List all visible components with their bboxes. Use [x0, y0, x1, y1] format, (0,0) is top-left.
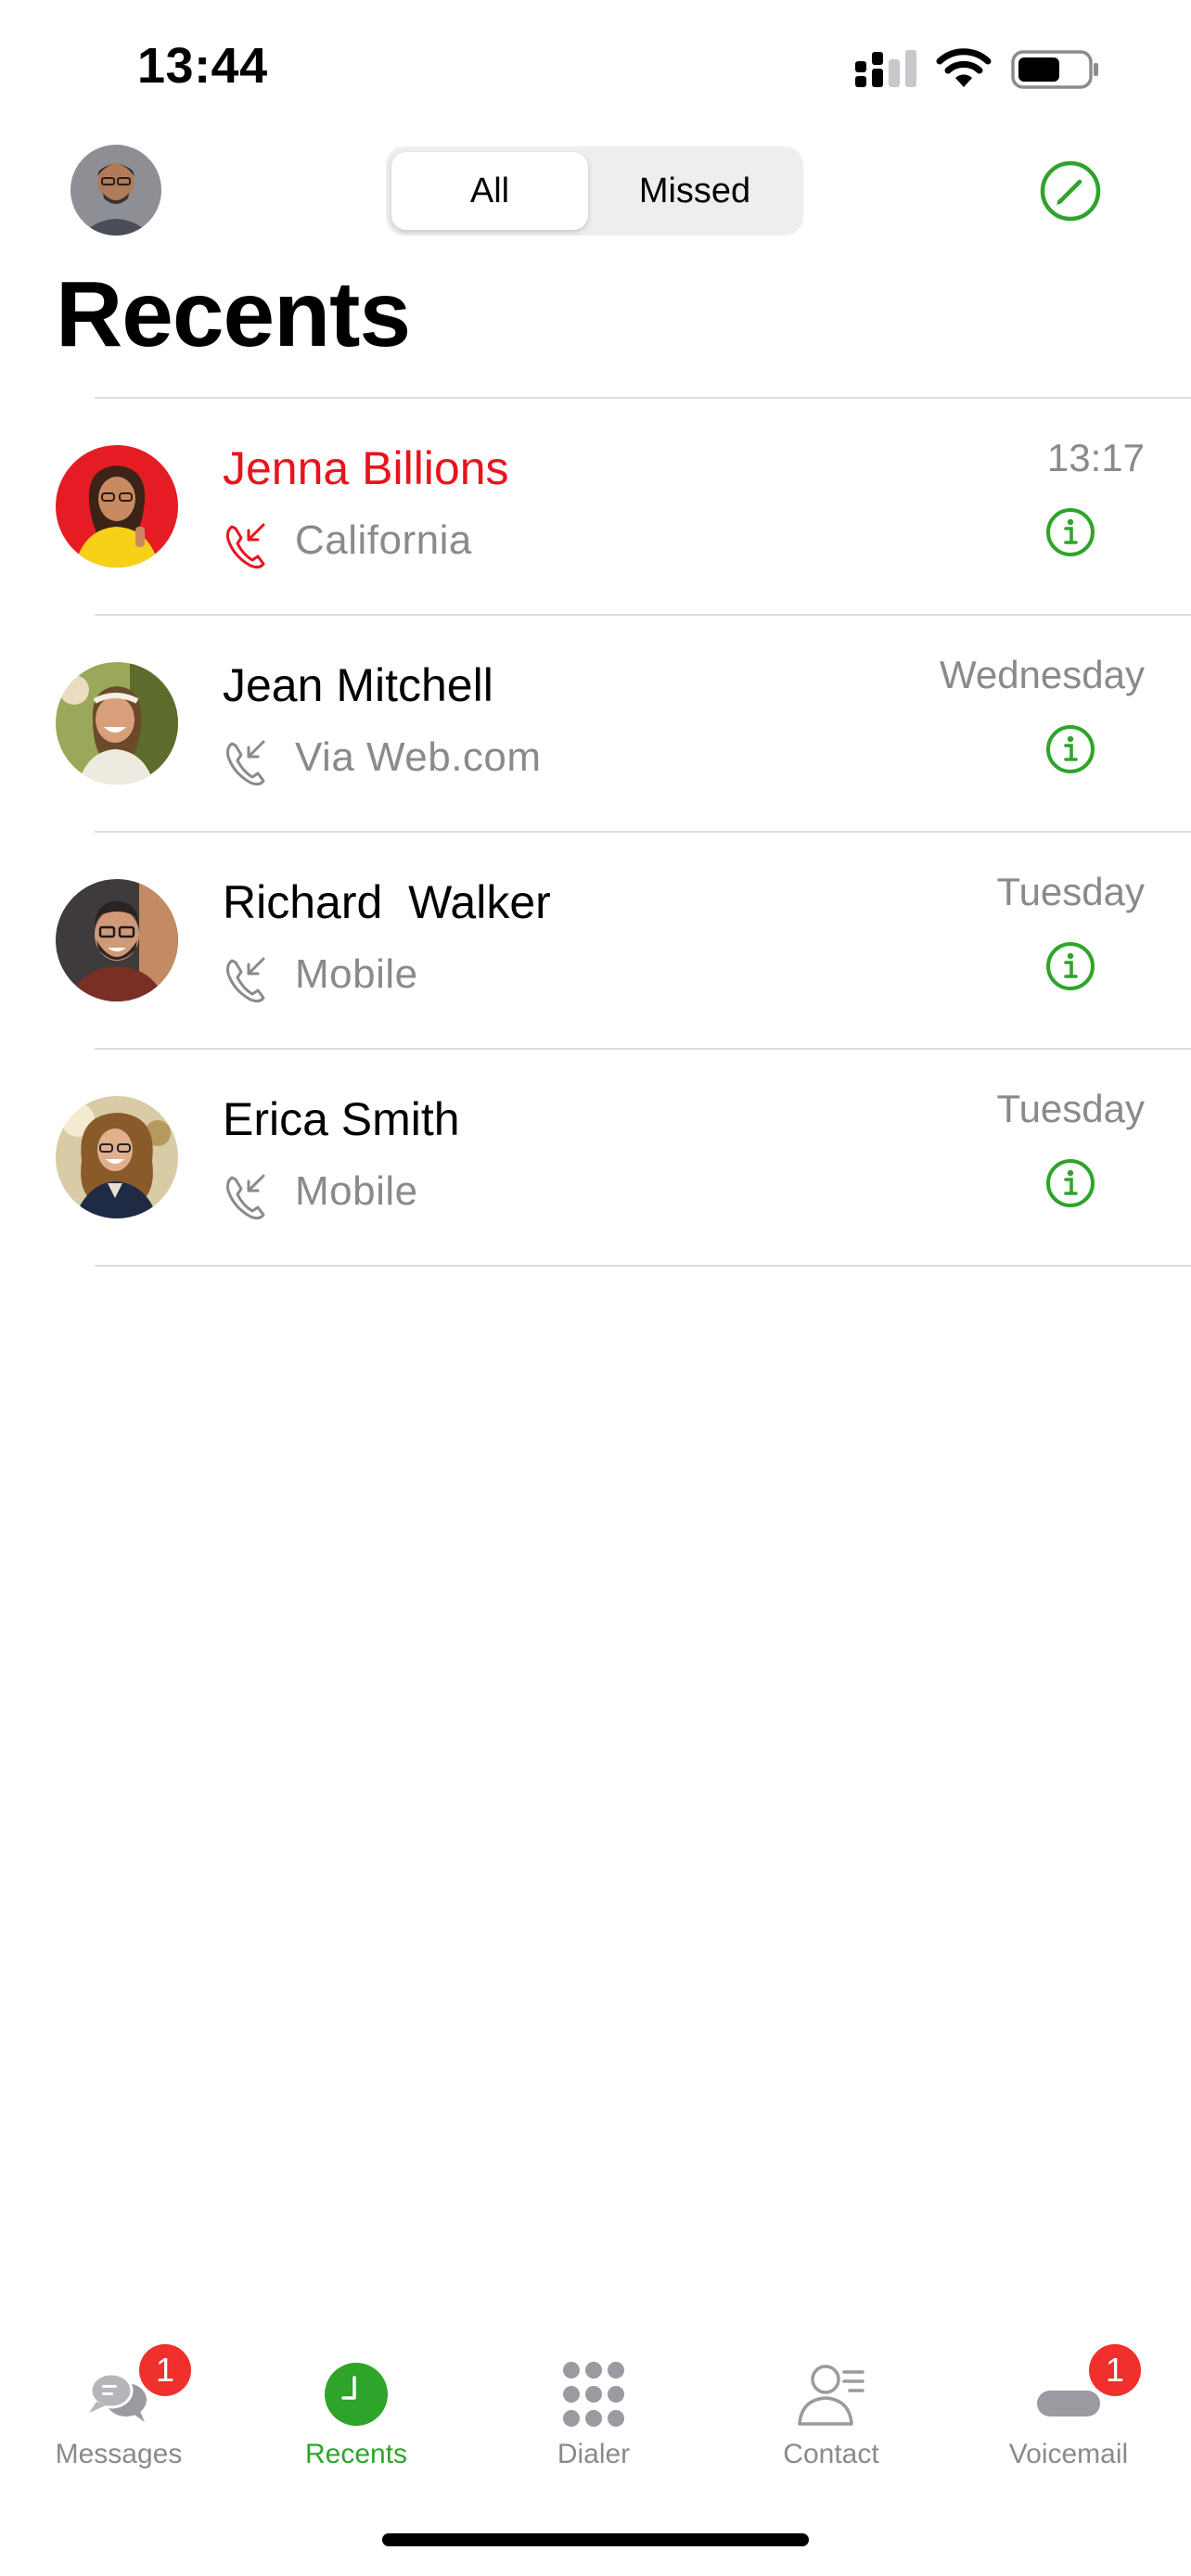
tab-bar: 1 Messages Recents Dialer Contact 1 Voic…	[0, 2337, 1191, 2485]
unread-badge: 1	[1089, 2344, 1141, 2396]
profile-avatar[interactable]	[70, 145, 161, 236]
battery-icon	[1011, 50, 1098, 89]
call-time: 13:17	[1046, 436, 1145, 479]
info-icon[interactable]	[1044, 1157, 1096, 1209]
contact-name: Jean Mitchell	[223, 659, 493, 711]
page-title: Recents	[56, 262, 411, 366]
cellular-signal-icon	[855, 50, 916, 87]
contact-name: Jenna Billions	[223, 442, 509, 494]
dialpad-icon	[563, 2362, 624, 2427]
home-indicator[interactable]	[382, 2533, 809, 2546]
contact-avatar	[56, 1096, 178, 1218]
missed-call-icon	[226, 523, 265, 569]
contact-name: Erica Smith	[223, 1093, 460, 1145]
segment-all[interactable]: All	[391, 152, 588, 230]
call-row[interactable]: Jenna Billions California 13:17	[0, 399, 1191, 616]
compose-icon[interactable]	[1039, 159, 1102, 223]
tab-label: Contact	[783, 2439, 879, 2469]
call-time: Tuesday	[996, 870, 1145, 913]
call-row[interactable]: Richard Walker Mobile Tuesday	[0, 833, 1191, 1050]
contact-name: Richard Walker	[223, 876, 551, 928]
contact-avatar	[56, 445, 178, 567]
unread-badge: 1	[139, 2344, 191, 2396]
status-bar: 13:44	[0, 0, 1191, 139]
info-icon[interactable]	[1044, 506, 1096, 558]
incoming-call-icon	[226, 957, 265, 1003]
call-filter-segmented-control: All Missed	[386, 147, 803, 236]
call-time: Wednesday	[939, 653, 1145, 696]
tab-contact[interactable]: Contact	[738, 2337, 924, 2485]
info-icon[interactable]	[1044, 723, 1096, 775]
call-subtitle: Mobile	[295, 951, 418, 997]
wifi-icon	[936, 48, 992, 87]
tab-dialer[interactable]: Dialer	[501, 2337, 686, 2485]
info-icon[interactable]	[1044, 940, 1096, 992]
divider	[95, 1265, 1191, 1267]
call-time: Tuesday	[996, 1087, 1145, 1130]
incoming-call-icon	[226, 740, 265, 786]
tab-label: Dialer	[557, 2439, 631, 2469]
call-subtitle: Via Web.com	[295, 734, 542, 780]
tab-recents[interactable]: Recents	[263, 2337, 449, 2485]
clock-icon	[325, 2363, 388, 2426]
contact-avatar	[56, 662, 178, 784]
tab-voicemail[interactable]: 1 Voicemail	[976, 2337, 1161, 2485]
call-subtitle: California	[295, 517, 472, 563]
call-row[interactable]: Erica Smith Mobile Tuesday	[0, 1050, 1191, 1267]
segment-missed[interactable]: Missed	[592, 152, 798, 230]
tab-label: Voicemail	[1008, 2439, 1129, 2469]
status-time: 13:44	[137, 38, 268, 94]
tab-messages[interactable]: 1 Messages	[26, 2337, 211, 2485]
tab-label: Messages	[55, 2439, 183, 2469]
tab-label: Recents	[304, 2439, 408, 2469]
incoming-call-icon	[226, 1174, 265, 1220]
contact-icon	[798, 2365, 864, 2426]
contact-avatar	[56, 879, 178, 1001]
call-row[interactable]: Jean Mitchell Via Web.com Wednesday	[0, 616, 1191, 833]
call-subtitle: Mobile	[295, 1168, 418, 1214]
